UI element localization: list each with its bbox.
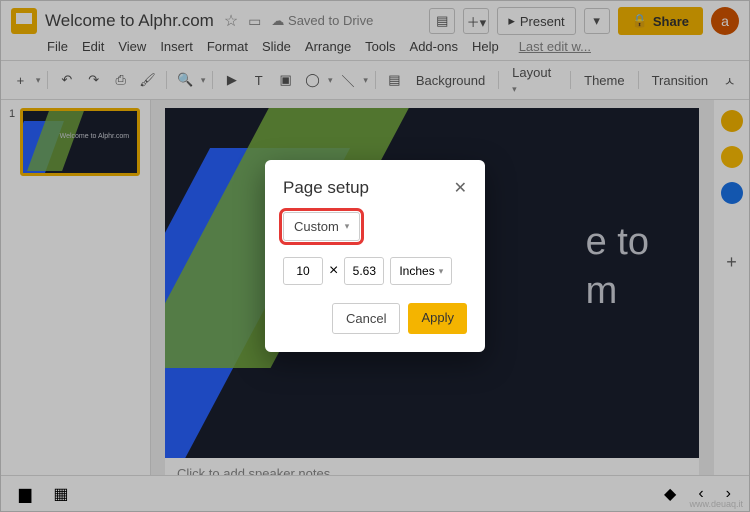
page-setup-dialog: Page setup ✕ Custom▾ × Inches▾ Cancel Ap…	[265, 160, 485, 352]
close-icon[interactable]: ✕	[454, 178, 467, 198]
height-input[interactable]	[344, 257, 384, 285]
watermark: www.deuaq.it	[689, 499, 743, 509]
dialog-title: Page setup	[283, 178, 369, 198]
width-input[interactable]	[283, 257, 323, 285]
unit-dropdown[interactable]: Inches▾	[390, 257, 452, 285]
times-icon: ×	[329, 262, 338, 280]
apply-button[interactable]: Apply	[408, 303, 467, 334]
page-preset-dropdown[interactable]: Custom▾	[283, 212, 360, 241]
cancel-button[interactable]: Cancel	[332, 303, 400, 334]
modal-overlay: Page setup ✕ Custom▾ × Inches▾ Cancel Ap…	[1, 1, 749, 511]
